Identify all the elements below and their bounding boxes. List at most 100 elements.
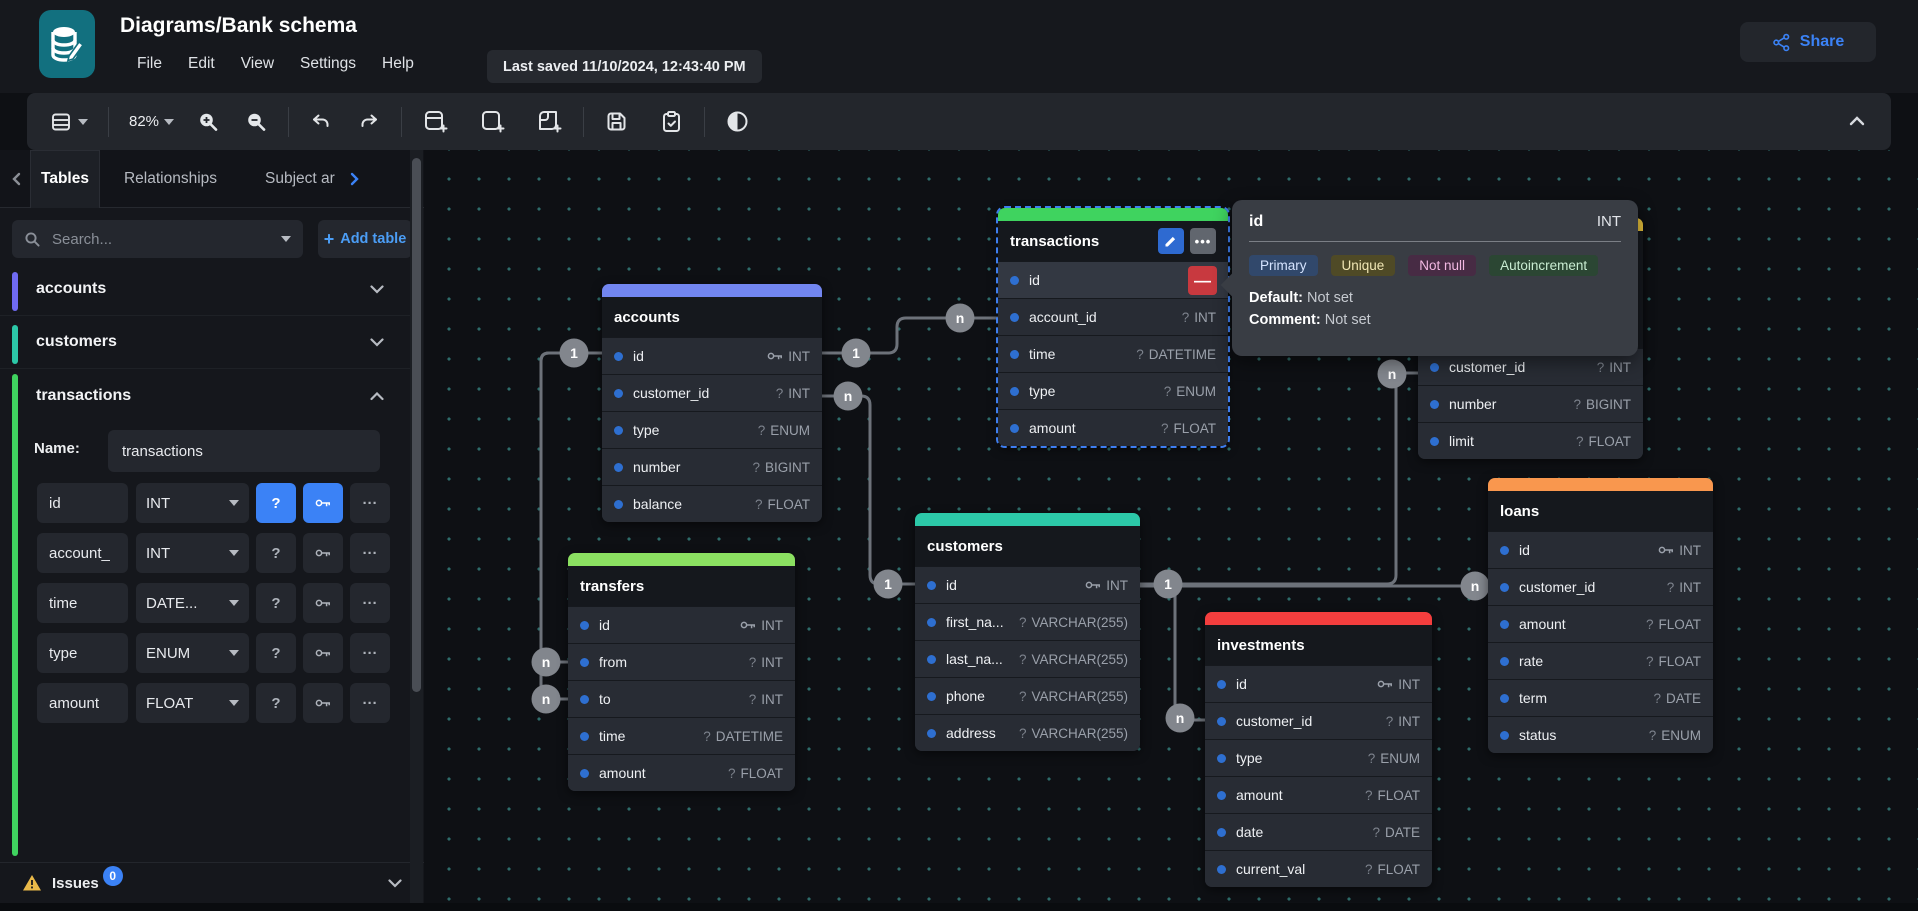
table-header[interactable]: customers <box>915 526 1140 566</box>
field-row[interactable]: time?DATETIME <box>568 717 795 754</box>
issues-bar[interactable]: Issues 0 <box>0 862 424 903</box>
tab-tables[interactable]: Tables <box>30 150 100 208</box>
table-header[interactable]: investments <box>1205 625 1432 665</box>
field-row[interactable]: idINT <box>915 566 1140 603</box>
field-row[interactable]: customer_id?INT <box>1488 568 1713 605</box>
todo-button[interactable] <box>655 105 688 138</box>
sidebar-item-accounts[interactable]: accounts <box>0 267 412 316</box>
field-type-select[interactable]: INT <box>136 483 249 523</box>
field-type-select[interactable]: INT <box>136 533 249 573</box>
delete-field-button[interactable]: — <box>1188 266 1217 295</box>
field-row[interactable]: customer_id?INT <box>1205 702 1432 739</box>
header-layout-button[interactable] <box>45 106 92 138</box>
save-button[interactable] <box>600 105 633 138</box>
field-type-select[interactable]: ENUM <box>136 633 249 673</box>
redo-button[interactable] <box>353 106 385 138</box>
field-row[interactable]: number?BIGINT <box>602 448 822 485</box>
zoom-level-button[interactable]: 82% <box>125 109 178 134</box>
share-button[interactable]: Share <box>1740 22 1876 62</box>
diagram-table-loans[interactable]: loansidINTcustomer_id?INTamount?FLOATrat… <box>1488 478 1713 753</box>
primary-key-toggle-button[interactable] <box>303 633 343 673</box>
field-row[interactable]: first_na...?VARCHAR(255) <box>915 603 1140 640</box>
field-row[interactable]: status?ENUM <box>1488 716 1713 753</box>
table-name-input[interactable] <box>108 430 380 472</box>
field-name-input[interactable]: account_ <box>37 533 128 573</box>
diagram-table-accounts[interactable]: accountsidINTcustomer_id?INTtype?ENUMnum… <box>602 284 822 522</box>
menu-view[interactable]: View <box>228 50 287 78</box>
search-dropdown-caret-icon[interactable] <box>281 236 291 242</box>
field-row[interactable]: type?ENUM <box>1205 739 1432 776</box>
field-type-select[interactable]: FLOAT <box>136 683 249 723</box>
diagram-table-investments[interactable]: investmentsidINTcustomer_id?INTtype?ENUM… <box>1205 612 1432 887</box>
menu-settings[interactable]: Settings <box>287 50 369 78</box>
add-note-tool-button[interactable] <box>532 104 567 139</box>
field-name-input[interactable]: type <box>37 633 128 673</box>
field-row[interactable]: number?BIGINT <box>1418 385 1643 422</box>
field-row[interactable]: amount?FLOAT <box>1488 605 1713 642</box>
table-header[interactable]: transactions••• <box>998 221 1228 261</box>
field-row[interactable]: account_id?INT <box>998 298 1228 335</box>
field-row[interactable]: amount?FLOAT <box>1205 776 1432 813</box>
chevron-down-icon[interactable] <box>370 285 384 294</box>
field-options-button[interactable]: ··· <box>350 483 390 523</box>
table-list-name[interactable]: transactions <box>36 387 131 405</box>
nullable-toggle-button[interactable]: ? <box>256 483 296 523</box>
field-row[interactable]: last_na...?VARCHAR(255) <box>915 640 1140 677</box>
field-name-input[interactable]: id <box>37 483 128 523</box>
edit-table-button[interactable] <box>1158 228 1184 254</box>
diagram-table-customers[interactable]: customersidINTfirst_na...?VARCHAR(255)la… <box>915 513 1140 751</box>
field-row[interactable]: amount?FLOAT <box>568 754 795 791</box>
field-row[interactable]: time?DATETIME <box>998 335 1228 372</box>
field-row[interactable]: date?DATE <box>1205 813 1432 850</box>
table-search[interactable] <box>12 220 303 258</box>
field-row[interactable]: balance?FLOAT <box>602 485 822 522</box>
chevron-up-icon[interactable] <box>370 392 384 401</box>
field-row[interactable]: amount?FLOAT <box>998 409 1228 446</box>
sidebar-item-customers[interactable]: customers <box>0 320 412 369</box>
add-area-tool-button[interactable] <box>475 104 510 139</box>
menu-edit[interactable]: Edit <box>175 50 228 78</box>
diagram-table-transfers[interactable]: transfersidINTfrom?INTto?INTtime?DATETIM… <box>568 553 795 791</box>
menu-help[interactable]: Help <box>369 50 427 78</box>
field-row[interactable]: idINT <box>602 337 822 374</box>
field-row[interactable]: to?INT <box>568 680 795 717</box>
field-type-select[interactable]: DATE... <box>136 583 249 623</box>
add-table-button[interactable]: + Add table <box>318 220 412 258</box>
field-name-input[interactable]: time <box>37 583 128 623</box>
primary-key-toggle-button[interactable] <box>303 533 343 573</box>
drawdb-logo-icon[interactable] <box>39 10 95 78</box>
field-options-button[interactable]: ··· <box>350 633 390 673</box>
diagram-table-transactions[interactable]: transactions•••id—account_id?INTtime?DAT… <box>998 208 1228 446</box>
nullable-toggle-button[interactable]: ? <box>256 683 296 723</box>
field-row[interactable]: phone?VARCHAR(255) <box>915 677 1140 714</box>
nullable-toggle-button[interactable]: ? <box>256 633 296 673</box>
field-options-button[interactable]: ··· <box>350 683 390 723</box>
field-row[interactable]: from?INT <box>568 643 795 680</box>
chevron-down-icon[interactable] <box>370 338 384 347</box>
theme-toggle-button[interactable] <box>721 105 754 138</box>
table-options-button[interactable]: ••• <box>1190 228 1216 254</box>
primary-key-toggle-button[interactable] <box>303 683 343 723</box>
toolbar-collapse-button[interactable] <box>1845 109 1869 133</box>
zoom-out-button[interactable] <box>240 106 272 138</box>
add-table-tool-button[interactable] <box>418 104 453 139</box>
field-row[interactable]: type?ENUM <box>998 372 1228 409</box>
field-options-button[interactable]: ··· <box>350 533 390 573</box>
field-row[interactable]: term?DATE <box>1488 679 1713 716</box>
nullable-toggle-button[interactable]: ? <box>256 533 296 573</box>
menu-file[interactable]: File <box>124 50 175 78</box>
field-row[interactable]: rate?FLOAT <box>1488 642 1713 679</box>
table-header[interactable]: transfers <box>568 566 795 606</box>
primary-key-toggle-button[interactable] <box>303 583 343 623</box>
field-name-input[interactable]: amount <box>37 683 128 723</box>
scrollbar-thumb[interactable] <box>412 158 421 692</box>
table-header[interactable]: accounts <box>602 297 822 337</box>
tab-subject-areas[interactable]: Subject ar <box>255 150 345 208</box>
search-input[interactable] <box>52 231 242 248</box>
chevron-down-icon[interactable] <box>388 879 402 888</box>
field-row[interactable]: limit?FLOAT <box>1418 422 1643 459</box>
field-row[interactable]: address?VARCHAR(255) <box>915 714 1140 751</box>
field-options-button[interactable]: ··· <box>350 583 390 623</box>
zoom-in-button[interactable] <box>192 106 224 138</box>
field-row[interactable]: id— <box>998 261 1228 298</box>
